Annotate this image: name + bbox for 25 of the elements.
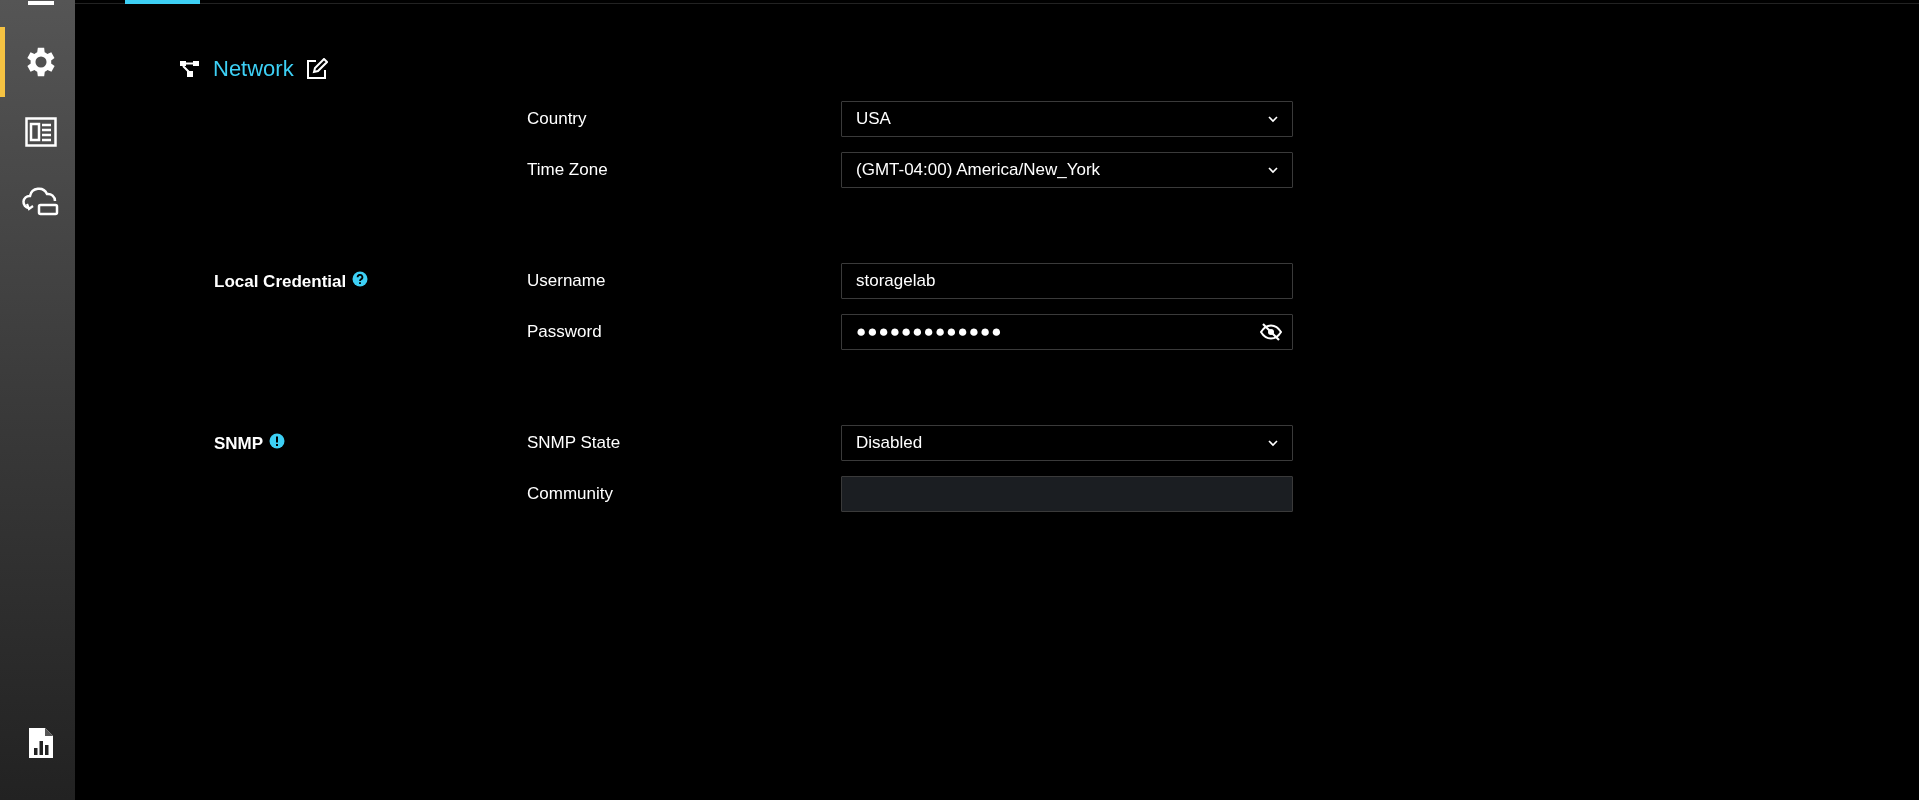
- field-label: Community: [527, 483, 614, 506]
- field-label: SNMP State: [527, 432, 622, 455]
- page-title: Network: [213, 55, 294, 83]
- field-label: Country: [527, 108, 588, 131]
- field-label: Password: [527, 321, 603, 344]
- chevron-down-icon: [1268, 115, 1278, 123]
- report-icon: [26, 726, 55, 760]
- section-label: Local Credential: [214, 272, 347, 291]
- field-label: Time Zone: [527, 159, 609, 182]
- newspaper-icon: [24, 117, 57, 147]
- cloud-icon: [21, 186, 60, 218]
- info-icon[interactable]: [269, 433, 286, 449]
- section-label: SNMP: [214, 434, 264, 453]
- select-field[interactable]: Disabled: [841, 425, 1293, 461]
- edit-icon[interactable]: [305, 57, 328, 80]
- eye-slash-icon[interactable]: [1260, 323, 1282, 341]
- help-icon[interactable]: [352, 271, 369, 287]
- chevron-down-icon: [1268, 166, 1278, 174]
- select-field[interactable]: (GMT-04:00) America/New_York: [841, 152, 1293, 188]
- network-icon: [179, 59, 201, 78]
- chevron-down-icon: [1268, 439, 1278, 447]
- text-field[interactable]: storagelab: [841, 263, 1293, 299]
- select-field[interactable]: USA: [841, 101, 1293, 137]
- password-field[interactable]: ●●●●●●●●●●●●●: [841, 314, 1293, 350]
- field-label: Username: [527, 270, 607, 293]
